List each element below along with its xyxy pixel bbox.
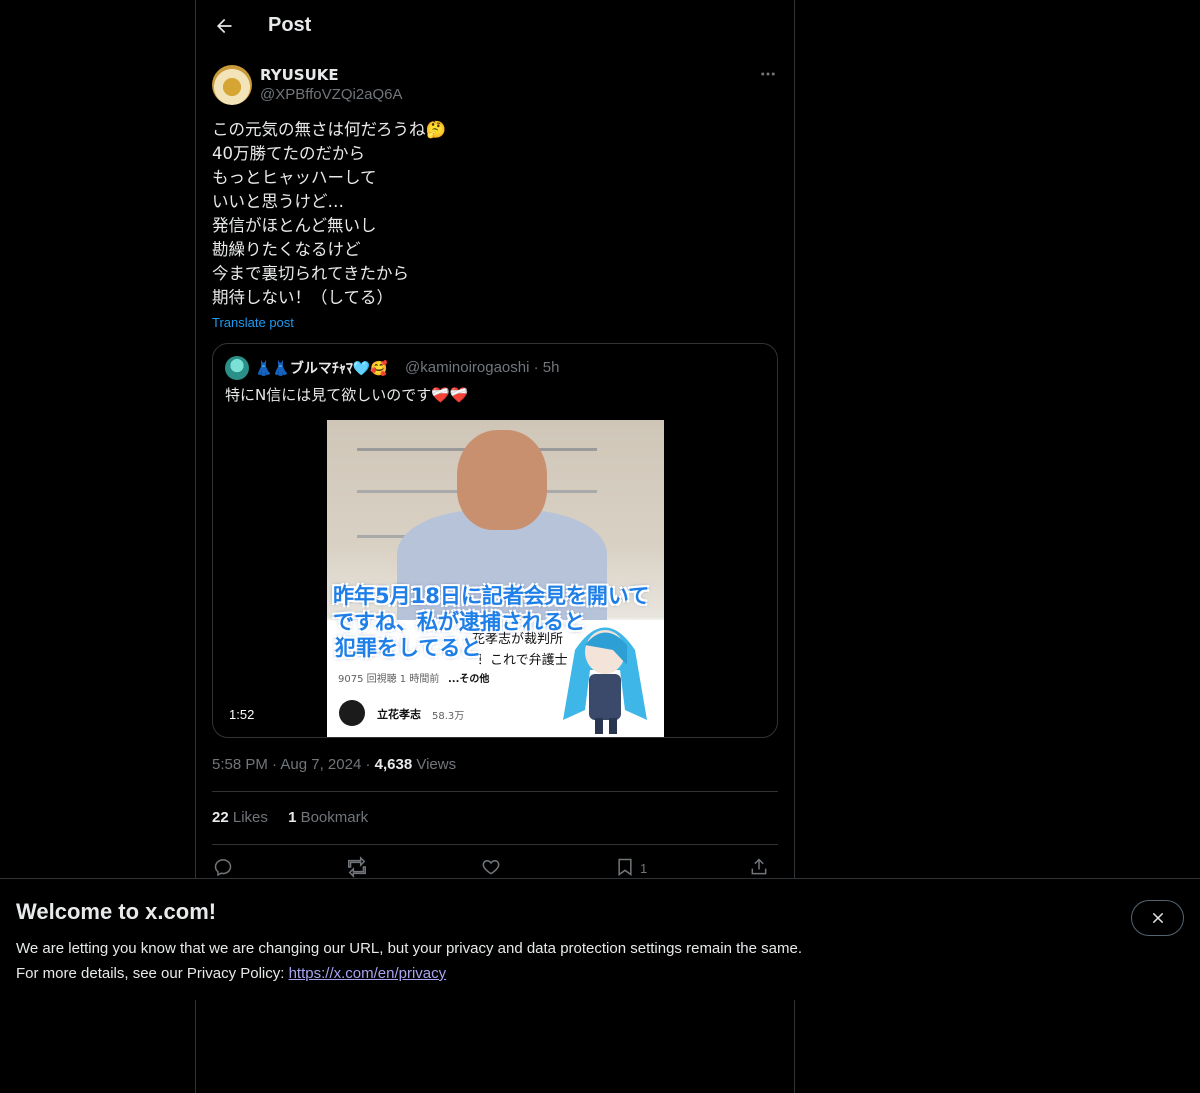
quote-author-handle: @kaminoirogaoshi · 5h — [405, 359, 560, 376]
channel-subscribers: 58.3万 — [432, 711, 465, 722]
banner-line: For more details, see our Privacy Policy… — [16, 961, 802, 986]
post-time[interactable]: 5:58 PM — [212, 756, 268, 773]
video-thumbnail[interactable]: 花孝志が裁判所 ！これで弁護士 昨年5月18日に記者会見を開いて ですね、私が逮… — [327, 420, 664, 737]
channel-name: 立花孝志 — [377, 708, 421, 721]
privacy-policy-link[interactable]: https://x.com/en/privacy — [289, 965, 447, 982]
close-banner-button[interactable] — [1131, 900, 1184, 936]
anime-character-image — [563, 627, 647, 734]
post-author: RYUSUKE @XPBffoVZQi2aQ6A — [212, 64, 778, 108]
share-button[interactable] — [748, 856, 770, 878]
views-label: Views — [416, 756, 457, 773]
quote-author-name: 👗👗ブルマﾁｬﾏ🩵🥰 — [255, 361, 388, 377]
share-icon — [751, 858, 767, 875]
separator: · — [365, 756, 375, 773]
heart-icon — [482, 859, 500, 875]
likes-label: Likes — [232, 809, 268, 826]
avatar[interactable] — [212, 65, 252, 105]
banner-title: Welcome to x.com! — [16, 899, 217, 924]
video-more-text: ...その他 — [448, 674, 490, 685]
banner-line-prefix: For more details, see our Privacy Policy… — [16, 965, 289, 982]
close-icon — [1152, 912, 1163, 924]
quote-avatar — [225, 356, 249, 380]
post-date[interactable]: Aug 7, 2024 — [280, 756, 361, 773]
video-duration: 1:52 — [225, 706, 259, 723]
likes-count: 22 — [212, 809, 229, 826]
bookmarks-stat[interactable]: 1 Bookmark — [288, 809, 368, 826]
video-view-count: 9075 回視聴 1 時間前 — [338, 674, 440, 685]
divider — [212, 844, 778, 845]
author-name[interactable]: RYUSUKE — [260, 66, 339, 84]
repost-icon — [348, 856, 366, 878]
author-handle[interactable]: @XPBffoVZQi2aQ6A — [260, 86, 403, 103]
more-options-button[interactable] — [758, 64, 778, 84]
back-button[interactable] — [208, 10, 240, 42]
reply-button[interactable] — [212, 856, 234, 878]
quoted-post[interactable]: 👗👗ブルマﾁｬﾏ🩵🥰 @kaminoirogaoshi · 5h 特にN信には見… — [212, 343, 778, 738]
arrow-left-icon — [217, 18, 232, 34]
more-icon — [761, 72, 775, 76]
person-head — [457, 430, 547, 530]
post-text: この元気の無さは何だろうね🤔 40万勝てたのだから もっとヒャッハーして いいと… — [212, 120, 447, 307]
video-caption: 犯罪をしてると — [335, 636, 482, 660]
bookmarks-label: Bookmark — [300, 809, 369, 826]
quote-text: 特にN信には見て欲しいのです❤️‍🩹❤️‍🩹 — [225, 386, 469, 404]
likes-stat[interactable]: 22 Likes — [212, 809, 268, 826]
channel-avatar — [339, 700, 365, 726]
post-meta: 5:58 PM · Aug 7, 2024 · 4,638 Views — [212, 756, 456, 773]
page-header: Post — [196, 0, 794, 53]
divider — [212, 791, 778, 792]
views-count: 4,638 — [374, 756, 413, 773]
like-button[interactable] — [480, 856, 502, 878]
reply-icon — [214, 859, 232, 877]
translate-post-link[interactable]: Translate post — [212, 315, 294, 330]
welcome-banner: Welcome to x.com! We are letting you kno… — [0, 878, 1200, 1000]
bookmark-button[interactable] — [614, 856, 636, 878]
banner-text: We are letting you know that we are chan… — [16, 936, 802, 986]
post-stats: 22 Likes 1 Bookmark — [212, 809, 384, 826]
bookmark-icon — [618, 858, 632, 876]
repost-button[interactable] — [346, 856, 368, 878]
bookmark-count: 1 — [640, 861, 648, 876]
banner-line: We are letting you know that we are chan… — [16, 940, 802, 957]
page-title: Post — [268, 14, 312, 36]
bookmarks-count: 1 — [288, 809, 297, 826]
